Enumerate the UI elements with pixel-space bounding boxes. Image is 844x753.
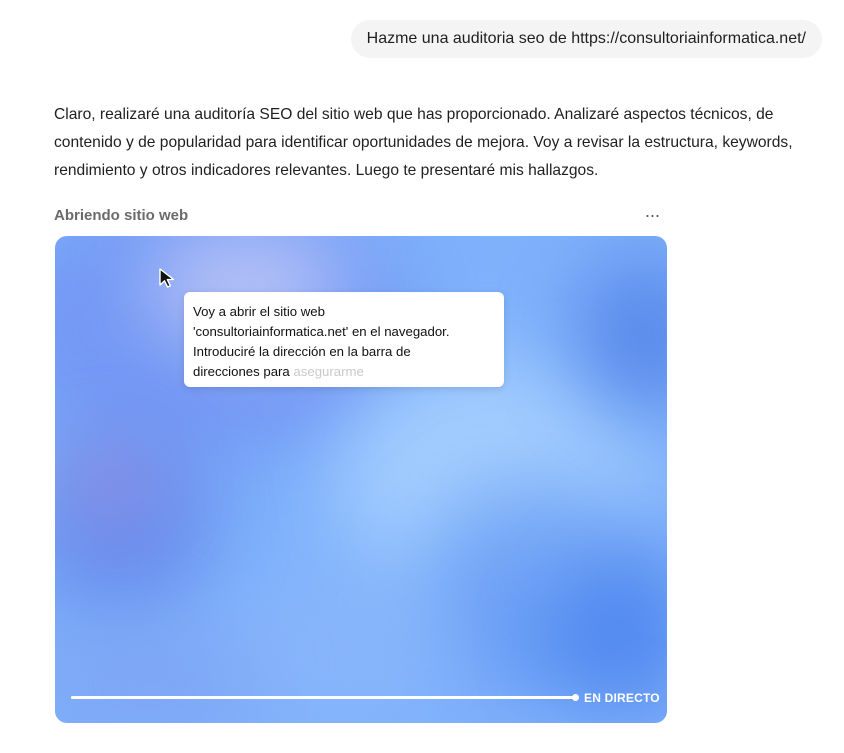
live-browser-view[interactable]: Voy a abrir el sitio web 'consultoriainf… xyxy=(55,236,667,723)
progress-knob[interactable] xyxy=(572,694,579,701)
user-message-bubble: Hazme una auditoria seo de https://consu… xyxy=(350,20,822,58)
playback-progress-bar[interactable] xyxy=(71,694,579,701)
user-message-text: Hazme una auditoria seo de https://consu… xyxy=(366,30,806,47)
tooltip-line: direcciones para asegurarme xyxy=(193,364,364,379)
live-indicator-label: EN DIRECTO xyxy=(584,691,660,705)
tooltip-line: Introduciré la dirección en la barra de xyxy=(193,344,411,359)
agent-thought-tooltip: Voy a abrir el sitio web 'consultoriainf… xyxy=(184,292,504,387)
more-options-button[interactable]: ··· xyxy=(638,204,666,226)
step-title: Abriendo sitio web xyxy=(54,206,189,224)
step-header: Abriendo sitio web ··· xyxy=(54,204,666,226)
tooltip-faded-text: asegurarme xyxy=(289,364,364,379)
tooltip-line: 'consultoriainformatica.net' en el naveg… xyxy=(193,324,450,339)
mouse-pointer-icon xyxy=(159,268,175,288)
tooltip-line: Voy a abrir el sitio web xyxy=(193,304,325,319)
progress-fill xyxy=(71,696,575,699)
assistant-message: Claro, realizaré una auditoría SEO del s… xyxy=(54,106,793,179)
more-horizontal-icon: ··· xyxy=(644,205,661,225)
